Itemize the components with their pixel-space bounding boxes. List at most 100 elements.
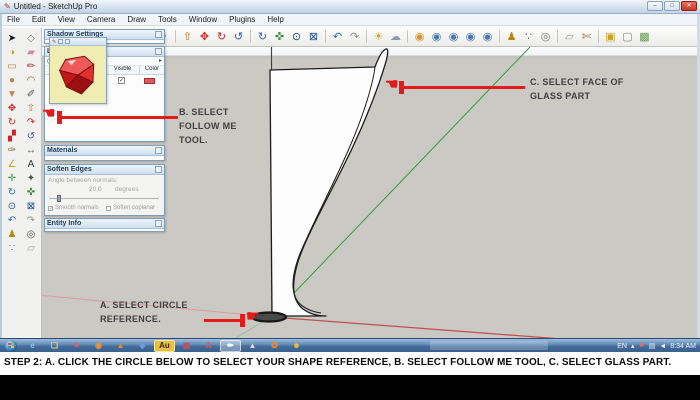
- scale-tool-icon[interactable]: ▞: [3, 129, 22, 143]
- previous-view-icon[interactable]: ↶: [329, 28, 346, 44]
- materials-title[interactable]: Materials: [45, 146, 164, 156]
- section-plane-icon[interactable]: ▱: [561, 28, 578, 44]
- chat-app-icon[interactable]: ☻: [286, 340, 307, 352]
- axes-tool-icon[interactable]: ✛: [3, 171, 22, 185]
- smooth-normals-checkbox[interactable]: ✓: [48, 206, 53, 211]
- language-indicator[interactable]: EN: [617, 343, 627, 350]
- wireframe-style-icon[interactable]: ▢: [619, 28, 636, 44]
- section-plane-icon[interactable]: ▱: [22, 241, 41, 255]
- window-button-icon[interactable]: [58, 39, 63, 44]
- vlc-player-icon[interactable]: ▲: [110, 340, 131, 352]
- angle-slider-thumb[interactable]: [57, 195, 61, 202]
- previous-view-icon[interactable]: ↶: [3, 213, 22, 227]
- angle-slider-track[interactable]: [49, 198, 159, 199]
- zoom-tool-icon[interactable]: ⊙: [288, 28, 305, 44]
- layer-visible-checkbox[interactable]: ✓: [118, 77, 125, 84]
- push-pull-tool-icon[interactable]: ⇧: [179, 28, 196, 44]
- menu-item[interactable]: File: [1, 15, 26, 24]
- ie-browser-icon[interactable]: e: [22, 340, 43, 352]
- paint-bucket-icon[interactable]: ◑: [3, 45, 22, 59]
- shadows-toggle-icon[interactable]: ☀: [370, 28, 387, 44]
- follow-me-tool-icon[interactable]: ↷: [22, 115, 41, 129]
- offset-tool-icon[interactable]: ↺: [22, 129, 41, 143]
- explorer-folder-icon[interactable]: ❏: [44, 340, 65, 352]
- clock[interactable]: 8:34 AM: [670, 343, 696, 350]
- zoom-extents-icon[interactable]: ⊠: [22, 199, 41, 213]
- ruby-window-titlebar[interactable]: ✎: [50, 38, 106, 46]
- menu-item[interactable]: Tools: [152, 15, 183, 24]
- zoom-extents-icon[interactable]: ⊠: [305, 28, 322, 44]
- orbit-tool-icon[interactable]: ↻: [3, 185, 22, 199]
- firefox-browser-icon[interactable]: ❂: [264, 340, 285, 352]
- layer-color-swatch[interactable]: [144, 78, 155, 84]
- red-app-icon[interactable]: ✶: [66, 340, 87, 352]
- select-tool-icon[interactable]: ➤: [3, 31, 22, 45]
- menu-item[interactable]: Camera: [81, 15, 121, 24]
- walk-tool-icon[interactable]: ∵: [3, 241, 22, 255]
- zoom-tool-icon[interactable]: ⊙: [3, 199, 22, 213]
- front-view-icon[interactable]: ◉: [445, 28, 462, 44]
- line-tool-icon[interactable]: ✏: [22, 59, 41, 73]
- pan-tool-icon[interactable]: ✜: [271, 28, 288, 44]
- menu-item[interactable]: Help: [261, 15, 289, 24]
- panel-close-icon[interactable]: [155, 220, 162, 227]
- next-view-icon[interactable]: ↷: [22, 213, 41, 227]
- move-tool-icon[interactable]: ✥: [3, 101, 22, 115]
- close-button[interactable]: ✕: [681, 1, 697, 11]
- push-pull-tool-icon[interactable]: ⇧: [22, 101, 41, 115]
- polygon-tool-icon[interactable]: ▼: [3, 87, 22, 101]
- network-icon[interactable]: ▤: [649, 342, 656, 350]
- right-view-icon[interactable]: ◉: [462, 28, 479, 44]
- orbit-tool-icon[interactable]: ↻: [254, 28, 271, 44]
- pdf-reader-icon[interactable]: A: [198, 340, 219, 352]
- eraser-tool-icon[interactable]: ▰: [22, 45, 41, 59]
- show-hidden-icons[interactable]: ▴: [631, 342, 635, 350]
- panel-close-icon[interactable]: [155, 48, 162, 55]
- fog-toggle-icon[interactable]: ☁: [387, 28, 404, 44]
- soften-edges-title[interactable]: Soften Edges: [45, 165, 164, 175]
- move-tool-icon[interactable]: ✥: [196, 28, 213, 44]
- volume-icon[interactable]: ◄: [659, 343, 666, 350]
- media-app-icon[interactable]: ▲: [242, 340, 263, 352]
- tape-measure-icon[interactable]: ✑: [3, 143, 22, 157]
- section-cut-icon[interactable]: ✄: [578, 28, 595, 44]
- menu-item[interactable]: Draw: [121, 15, 152, 24]
- window-button-icon[interactable]: [65, 39, 70, 44]
- back-view-icon[interactable]: ◉: [479, 28, 496, 44]
- walk-tool-icon[interactable]: ∵: [520, 28, 537, 44]
- look-around-icon[interactable]: ◎: [22, 227, 41, 241]
- protractor-tool-icon[interactable]: ∠: [3, 157, 22, 171]
- maximize-button[interactable]: □: [664, 1, 680, 11]
- circle-tool-icon[interactable]: ●: [3, 73, 22, 87]
- sketchup-app-icon[interactable]: ✏: [220, 340, 241, 352]
- action-center-flag-icon[interactable]: ⚑: [638, 342, 644, 350]
- offset-tool-icon[interactable]: ↺: [230, 28, 247, 44]
- menu-item[interactable]: Window: [183, 15, 223, 24]
- menu-item[interactable]: Plugins: [223, 15, 261, 24]
- audition-app-icon[interactable]: Au: [154, 340, 175, 352]
- menu-item[interactable]: Edit: [26, 15, 52, 24]
- orange-app-icon[interactable]: ◉: [88, 340, 109, 352]
- iso-view-icon[interactable]: ◉: [411, 28, 428, 44]
- menu-item[interactable]: View: [52, 15, 81, 24]
- 3d-text-tool-icon[interactable]: ✦: [22, 171, 41, 185]
- look-around-icon[interactable]: ◎: [537, 28, 554, 44]
- position-camera-icon[interactable]: ♟: [503, 28, 520, 44]
- rectangle-tool-icon[interactable]: ▭: [3, 59, 22, 73]
- top-view-icon[interactable]: ◉: [428, 28, 445, 44]
- panel-close-icon[interactable]: [155, 31, 162, 38]
- rotate-tool-icon[interactable]: ↻: [213, 28, 230, 44]
- freehand-tool-icon[interactable]: ✐: [22, 87, 41, 101]
- minimize-button[interactable]: –: [647, 1, 663, 11]
- blue-app-icon[interactable]: ◆: [132, 340, 153, 352]
- shaded-style-icon[interactable]: ▣: [602, 28, 619, 44]
- next-view-icon[interactable]: ↷: [346, 28, 363, 44]
- position-camera-icon[interactable]: ♟: [3, 227, 22, 241]
- textured-style-icon[interactable]: ▩: [636, 28, 653, 44]
- dimension-tool-icon[interactable]: ↔: [22, 143, 41, 157]
- darkred-app-icon[interactable]: ▦: [176, 340, 197, 352]
- soften-coplanar-checkbox[interactable]: [106, 206, 111, 211]
- rotate-tool-icon[interactable]: ↻: [3, 115, 22, 129]
- make-component-icon[interactable]: ◇: [22, 31, 41, 45]
- panel-close-icon[interactable]: [155, 166, 162, 173]
